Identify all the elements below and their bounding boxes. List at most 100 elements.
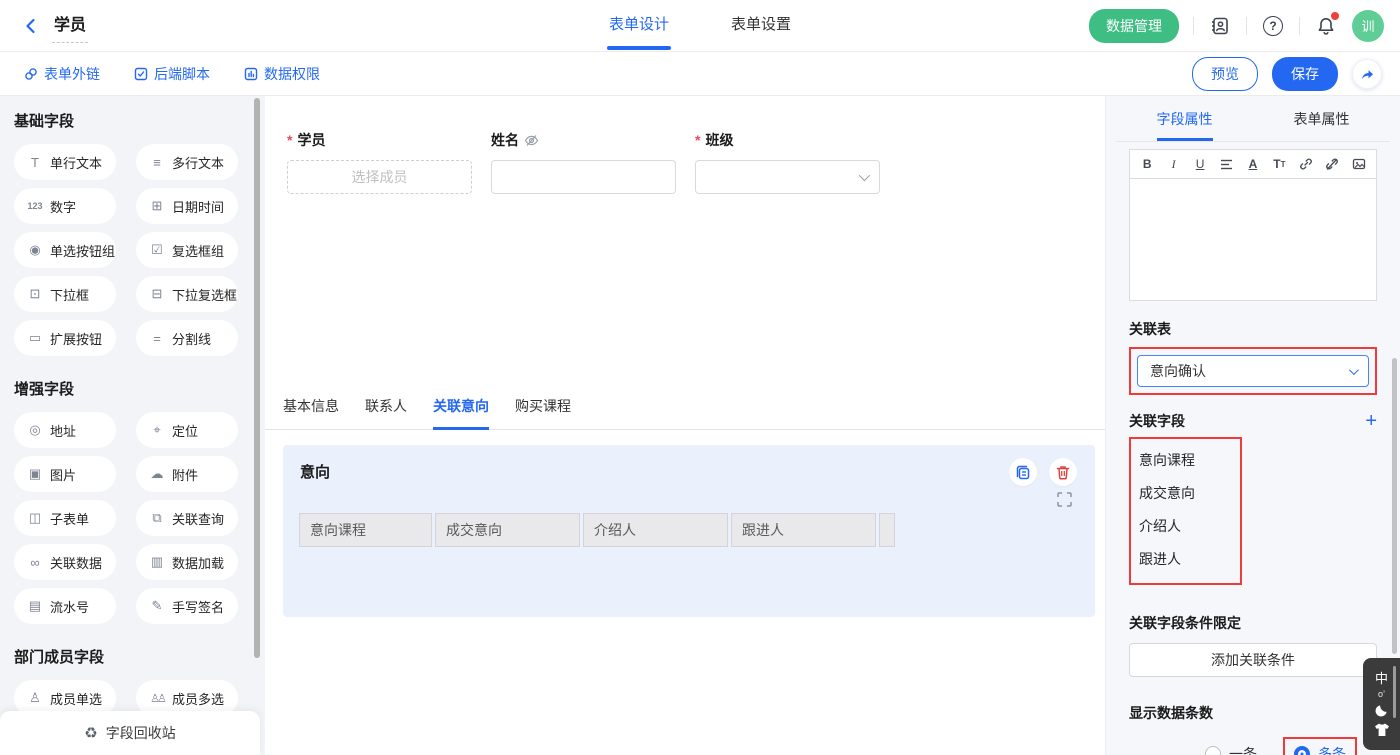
data-manage-button[interactable]: 数据管理 — [1089, 9, 1179, 43]
related-field-item[interactable]: 意向课程 — [1139, 444, 1240, 477]
underline-icon[interactable]: U — [1187, 150, 1213, 178]
dark-mode-moon-icon[interactable] — [1374, 703, 1389, 718]
related-field-item[interactable]: 介绍人 — [1139, 510, 1240, 543]
add-field-icon[interactable]: + — [1365, 413, 1377, 429]
member-picker[interactable]: 选择成员 — [287, 160, 472, 194]
field-item-linked-query[interactable]: ⧉关联查询 — [136, 500, 238, 536]
share-arrow-icon — [1359, 66, 1375, 82]
related-field-item[interactable]: 成交意向 — [1139, 477, 1240, 510]
field-item-subform[interactable]: ◫子表单 — [14, 500, 116, 536]
rich-text-editor: B I U A TT — [1129, 149, 1377, 301]
italic-icon[interactable]: I — [1160, 150, 1186, 178]
theme-shirt-icon[interactable] — [1374, 723, 1390, 737]
related-table-select[interactable]: 意向确认 — [1137, 355, 1369, 387]
field-item-extend-button[interactable]: ▭扩展按钮 — [14, 320, 116, 356]
field-item-multi-select[interactable]: ⊟下拉复选框 — [136, 276, 238, 312]
add-condition-button[interactable]: 添加关联条件 — [1129, 643, 1377, 677]
data-permission-link[interactable]: 数据权限 — [244, 64, 320, 84]
insert-image-icon[interactable] — [1346, 150, 1372, 178]
field-item-checkbox-group[interactable]: ☑复选框组 — [136, 232, 238, 268]
field-class[interactable]: *班级 — [695, 130, 880, 194]
avatar[interactable]: 训 — [1352, 10, 1384, 42]
column-header[interactable]: 跟进人 — [731, 513, 876, 547]
main-area: 基础字段 T单行文本 ≡多行文本 123数字 ⊞日期时间 ◉单选按钮组 ☑复选框… — [0, 96, 1400, 755]
tab-field-properties[interactable]: 字段属性 — [1116, 96, 1253, 141]
field-item-linked-data[interactable]: ∞关联数据 — [14, 544, 116, 580]
radio-selected-icon[interactable] — [1294, 746, 1310, 755]
back-icon[interactable] — [22, 17, 40, 35]
bold-icon[interactable]: B — [1134, 150, 1160, 178]
inspector-scrollbar[interactable] — [1392, 358, 1397, 654]
field-item-number[interactable]: 123数字 — [14, 188, 116, 224]
copy-button[interactable] — [1009, 458, 1037, 486]
tab-related-intent[interactable]: 关联意向 — [433, 396, 489, 430]
field-item-serial-number[interactable]: ▤流水号 — [14, 588, 116, 624]
column-header[interactable]: 意向课程 — [299, 513, 432, 547]
delete-button[interactable] — [1049, 458, 1077, 486]
canvas-tabs: 基本信息 联系人 关联意向 购买课程 — [265, 396, 1105, 430]
radio-unselected-icon[interactable] — [1205, 746, 1221, 755]
address-pin-icon: ◎ — [27, 422, 43, 438]
field-item-divider[interactable]: =分割线 — [136, 320, 238, 356]
tab-contacts[interactable]: 联系人 — [365, 396, 407, 429]
recycle-icon: ♻ — [84, 724, 97, 742]
field-item-data-load[interactable]: ▥数据加载 — [136, 544, 238, 580]
align-icon[interactable] — [1213, 150, 1239, 178]
option-multi[interactable]: 多条 — [1294, 744, 1346, 755]
chevron-down-icon — [859, 170, 870, 181]
tab-form-settings[interactable]: 表单设置 — [731, 0, 791, 52]
form-fields-row: *学员 选择成员 姓名 *班级 — [287, 130, 880, 194]
translate-theme-widget[interactable]: 中 o’ — [1363, 658, 1400, 750]
share-button[interactable] — [1352, 59, 1382, 89]
option-single[interactable]: 一条 — [1205, 744, 1257, 755]
field-item-multi-text[interactable]: ≡多行文本 — [136, 144, 238, 180]
sidebar-scrollbar[interactable] — [254, 98, 260, 658]
font-color-icon[interactable]: A — [1240, 150, 1266, 178]
field-student[interactable]: *学员 选择成员 — [287, 130, 472, 194]
field-item-attachment[interactable]: ☁附件 — [136, 456, 238, 492]
notification-bell-icon[interactable] — [1314, 14, 1338, 38]
section-title-basic: 基础字段 — [14, 110, 265, 131]
location-icon: ⌖ — [149, 422, 165, 438]
inspector-panel: 字段属性 表单属性 B I U A TT 关联表 — [1105, 96, 1400, 755]
field-name[interactable]: 姓名 — [491, 130, 676, 194]
font-size-icon[interactable]: TT — [1266, 150, 1292, 178]
editor-textarea[interactable] — [1129, 179, 1377, 301]
preview-button[interactable]: 预览 — [1192, 57, 1258, 91]
condition-label: 关联字段条件限定 — [1129, 613, 1377, 633]
linked-query-icon: ⧉ — [149, 510, 165, 526]
field-item-single-text[interactable]: T单行文本 — [14, 144, 116, 180]
field-recycle-bin[interactable]: ♻ 字段回收站 — [0, 711, 260, 755]
highlight-box-related-fields: 意向课程 成交意向 介绍人 跟进人 — [1129, 437, 1242, 585]
serial-number-icon: ▤ — [27, 598, 43, 614]
field-item-image[interactable]: ▣图片 — [14, 456, 116, 492]
tab-basic-info[interactable]: 基本信息 — [283, 396, 339, 429]
intent-panel[interactable]: 意向 意向课程 成交意向 介绍人 跟进人 — [283, 445, 1095, 617]
column-header[interactable]: 介绍人 — [583, 513, 728, 547]
remove-link-icon[interactable] — [1319, 150, 1345, 178]
form-external-link[interactable]: 表单外链 — [24, 64, 100, 84]
help-icon[interactable]: ? — [1261, 14, 1285, 38]
page-title[interactable]: 学员 — [52, 17, 88, 43]
contacts-book-icon[interactable] — [1208, 14, 1232, 38]
multi-select-icon: ⊟ — [149, 286, 165, 302]
select-icon: ⊡ — [27, 286, 43, 302]
tab-purchased-courses[interactable]: 购买课程 — [515, 396, 571, 429]
field-item-radio-group[interactable]: ◉单选按钮组 — [14, 232, 116, 268]
name-input[interactable] — [491, 160, 676, 194]
expand-corners-icon[interactable] — [1057, 492, 1072, 507]
backend-script-link[interactable]: 后端脚本 — [134, 64, 210, 84]
column-header[interactable]: 成交意向 — [435, 513, 580, 547]
tab-form-design[interactable]: 表单设计 — [609, 0, 669, 52]
insert-link-icon[interactable] — [1293, 150, 1319, 178]
tab-form-properties[interactable]: 表单属性 — [1253, 96, 1390, 141]
field-item-location[interactable]: ⌖定位 — [136, 412, 238, 448]
field-item-signature[interactable]: ✎手写签名 — [136, 588, 238, 624]
field-item-datetime[interactable]: ⊞日期时间 — [136, 188, 238, 224]
related-field-item[interactable]: 跟进人 — [1139, 543, 1240, 576]
class-select[interactable] — [695, 160, 880, 194]
language-icon[interactable]: 中 — [1375, 672, 1388, 685]
field-item-address[interactable]: ◎地址 — [14, 412, 116, 448]
field-item-select[interactable]: ⊡下拉框 — [14, 276, 116, 312]
save-button[interactable]: 保存 — [1272, 57, 1338, 91]
